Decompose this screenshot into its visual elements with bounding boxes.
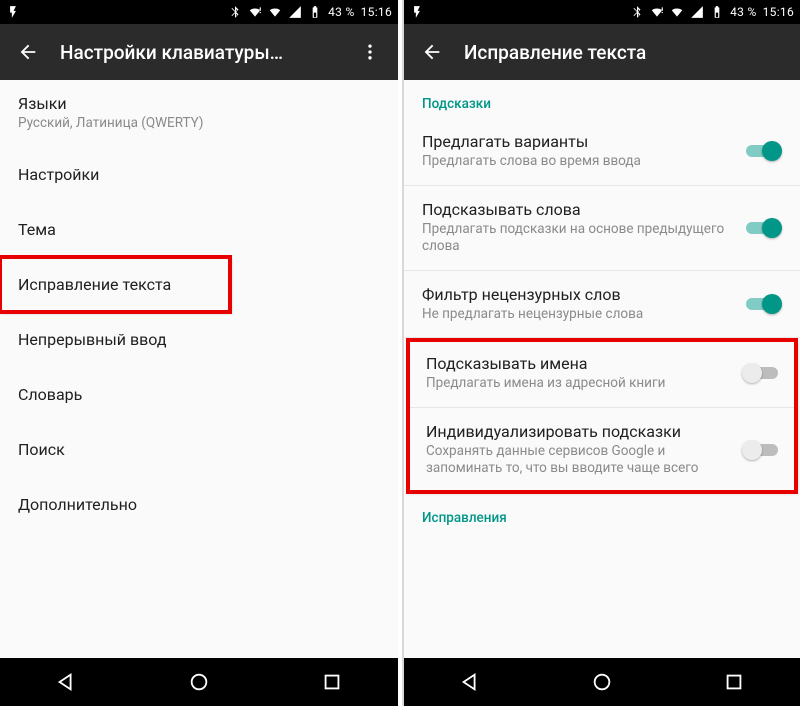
circle-home-icon (188, 671, 210, 693)
toggle-block-offensive[interactable] (746, 294, 782, 314)
phone-right: 43 % 15:16 Исправление текста Подсказки … (402, 0, 800, 706)
wifi-icon (268, 5, 282, 19)
item-subtitle: Не предлагать нецензурные слова (422, 306, 736, 324)
bluetooth-icon (630, 5, 644, 19)
divider (404, 337, 800, 338)
item-title: Предлагать варианты (422, 132, 736, 151)
page-title: Исправление текста (464, 41, 792, 64)
phone-left: 43 % 15:16 Настройки клавиатуры… Языки Р… (0, 0, 398, 706)
app-bar: Исправление текста (404, 24, 800, 80)
toggle-next-word[interactable] (746, 218, 782, 238)
nav-bar (404, 658, 800, 706)
section-suggestions-header: Подсказки (404, 80, 800, 118)
setting-item-preferences[interactable]: Настройки (0, 147, 398, 202)
nav-home-button[interactable] (169, 671, 229, 693)
toggle-suggest-names[interactable] (742, 363, 778, 383)
overflow-menu-button[interactable] (350, 32, 390, 72)
bolt-icon (410, 5, 424, 19)
setting-item-block-offensive[interactable]: Фильтр нецензурных слов Не предлагать не… (404, 271, 800, 338)
app-bar: Настройки клавиатуры… (0, 24, 398, 80)
settings-list: Подсказки Предлагать варианты Предлагать… (404, 80, 800, 658)
triangle-back-icon (55, 671, 77, 693)
setting-item-text-correction[interactable]: Исправление текста (0, 257, 230, 312)
item-title: Исправление текста (18, 275, 202, 294)
settings-list: Языки Русский, Латиница (QWERTY) Настрой… (0, 80, 398, 658)
signal-icon (288, 5, 302, 19)
clock-text: 15:16 (763, 5, 794, 19)
toggle-suggest-variants[interactable] (746, 141, 782, 161)
square-recent-icon (321, 671, 343, 693)
item-subtitle: Предлагать подсказки на основе предыдуще… (422, 221, 736, 256)
battery-icon (308, 5, 322, 19)
item-title: Дополнительно (18, 495, 370, 514)
item-subtitle: Предлагать слова во время ввода (422, 153, 736, 171)
nav-home-button[interactable] (572, 671, 632, 693)
bluetooth-icon (228, 5, 242, 19)
item-title: Языки (18, 94, 370, 113)
square-recent-icon (723, 671, 745, 693)
nav-recent-button[interactable] (302, 671, 362, 693)
item-title: Фильтр нецензурных слов (422, 285, 736, 304)
item-title: Настройки (18, 165, 370, 184)
setting-item-dictionary[interactable]: Словарь (0, 367, 398, 422)
nav-recent-button[interactable] (704, 671, 764, 693)
setting-item-next-word[interactable]: Подсказывать слова Предлагать подсказки … (404, 186, 800, 270)
triangle-back-icon (459, 671, 481, 693)
signal-icon (690, 5, 704, 19)
item-title: Индивидуализировать подсказки (426, 422, 732, 441)
arrow-back-icon (421, 41, 443, 63)
circle-home-icon (591, 671, 613, 693)
item-subtitle: Предлагать имена из адресной книги (426, 375, 732, 393)
page-title: Настройки клавиатуры… (60, 41, 350, 64)
wifi-icon (670, 5, 684, 19)
item-title: Непрерывный ввод (18, 330, 370, 349)
item-subtitle: Сохранять данные сервисов Google и запом… (426, 443, 732, 478)
item-subtitle: Русский, Латиница (QWERTY) (18, 115, 370, 133)
setting-item-search[interactable]: Поиск (0, 422, 398, 477)
clock-text: 15:16 (361, 5, 392, 19)
setting-item-gesture-typing[interactable]: Непрерывный ввод (0, 312, 398, 367)
battery-icon (710, 5, 724, 19)
item-title: Подсказывать слова (422, 200, 736, 219)
status-bar: 43 % 15:16 (404, 0, 800, 24)
setting-item-suggest-names[interactable]: Подсказывать имена Предлагать имена из а… (408, 340, 796, 407)
status-bar: 43 % 15:16 (0, 0, 398, 24)
back-button[interactable] (412, 32, 452, 72)
back-button[interactable] (8, 32, 48, 72)
arrow-back-icon (17, 41, 39, 63)
item-title: Подсказывать имена (426, 354, 732, 373)
item-title: Словарь (18, 385, 370, 404)
battery-text: 43 % (328, 5, 354, 19)
item-title: Поиск (18, 440, 370, 459)
setting-item-advanced[interactable]: Дополнительно (0, 477, 398, 532)
nav-back-button[interactable] (440, 671, 500, 693)
nav-bar (0, 658, 398, 706)
wifi-alert-icon (650, 5, 664, 19)
highlight-group: Подсказывать имена Предлагать имена из а… (408, 340, 796, 492)
setting-item-languages[interactable]: Языки Русский, Латиница (QWERTY) (0, 80, 398, 147)
nav-back-button[interactable] (36, 671, 96, 693)
wifi-alert-icon (248, 5, 262, 19)
more-vert-icon (360, 42, 380, 62)
item-title: Тема (18, 220, 370, 239)
toggle-personalize[interactable] (742, 440, 778, 460)
section-corrections-header: Исправления (404, 494, 800, 532)
battery-text: 43 % (730, 5, 756, 19)
setting-item-theme[interactable]: Тема (0, 202, 398, 257)
setting-item-personalize[interactable]: Индивидуализировать подсказки Сохранять … (408, 408, 796, 492)
setting-item-suggest-variants[interactable]: Предлагать варианты Предлагать слова во … (404, 118, 800, 185)
bolt-icon (6, 5, 20, 19)
